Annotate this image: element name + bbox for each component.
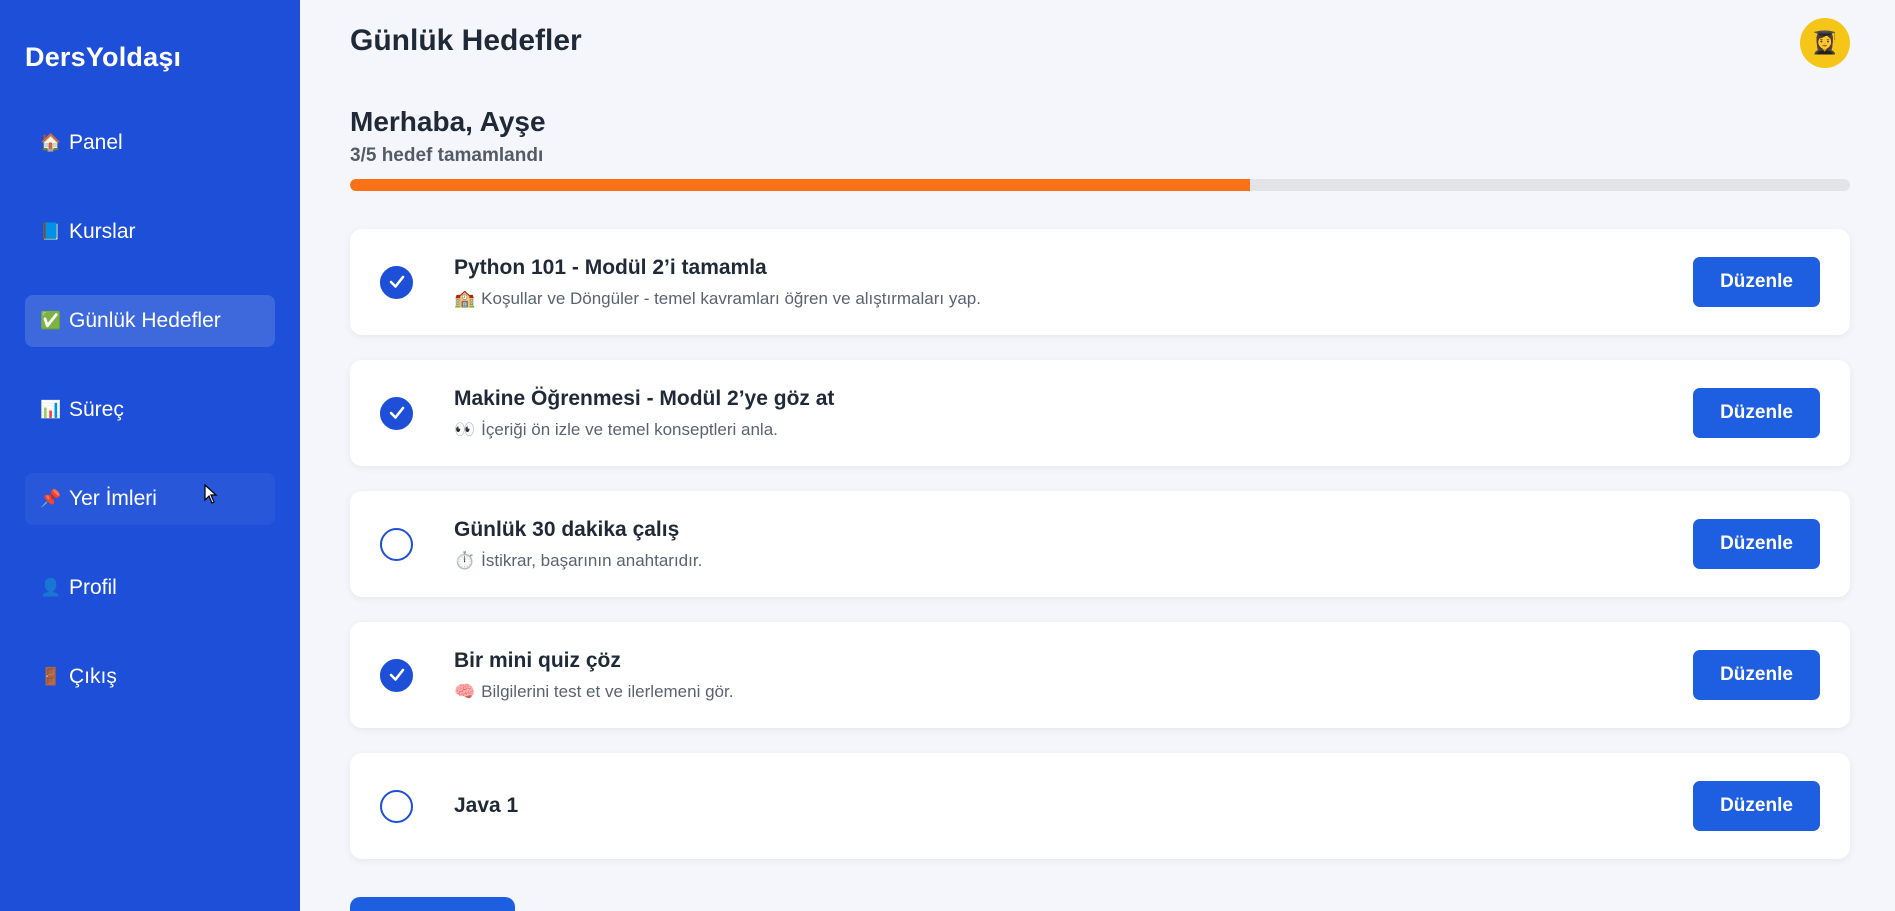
- sidebar-item-label: Kurslar: [69, 220, 136, 243]
- goal-checkbox[interactable]: [380, 265, 413, 299]
- goal-description: ⏱️ İstikrar, başarının anahtarıdır.: [454, 551, 1820, 571]
- goal-card: Java 1 Düzenle: [350, 753, 1850, 859]
- goal-title: Python 101 - Modül 2’i tamamla: [454, 255, 767, 279]
- edit-button[interactable]: Düzenle: [1693, 519, 1820, 569]
- sidebar-item-label: Profil: [69, 576, 117, 599]
- edit-button[interactable]: Düzenle: [1693, 781, 1820, 831]
- goal-checkbox[interactable]: [380, 527, 413, 561]
- book-icon: 📘: [40, 222, 62, 241]
- greeting: Merhaba, Ayşe: [350, 106, 546, 137]
- progress-fill: [350, 179, 1250, 191]
- goal-description-text: Koşullar ve Döngüler - temel kavramları …: [481, 288, 981, 308]
- goal-text: Python 101 - Modül 2’i tamamla 🏫 Koşullar…: [454, 256, 1820, 309]
- door-icon: 🚪: [40, 667, 62, 686]
- goal-text: Makine Öğrenmesi - Modül 2’ye göz at 👀 İç…: [454, 387, 1820, 440]
- brain-icon: 🧠: [454, 681, 476, 701]
- goal-text: Java 1: [454, 794, 1820, 818]
- check-icon: [389, 406, 404, 419]
- goal-description: 🏫 Koşullar ve Döngüler - temel kavramları…: [454, 289, 1820, 309]
- goal-checkbox[interactable]: [380, 396, 413, 430]
- avatar-icon: 👩‍🎓: [1811, 30, 1839, 55]
- sidebar-item-progress[interactable]: 📊 Süreç: [25, 384, 275, 436]
- bookmark-icon: 📌: [40, 489, 62, 508]
- check-icon: [389, 668, 404, 681]
- goal-title: Bir mini quiz çöz: [454, 648, 621, 672]
- edit-button[interactable]: Düzenle: [1693, 388, 1820, 438]
- goal-card: Python 101 - Modül 2’i tamamla 🏫 Koşullar…: [350, 229, 1850, 335]
- avatar[interactable]: 👩‍🎓: [1800, 18, 1850, 68]
- stopwatch-icon: ⏱️: [454, 550, 476, 570]
- goal-description: 🧠 Bilgilerini test et ve ilerlemeni gör.: [454, 682, 1820, 702]
- sidebar-nav: 🏠 Panel 📘 Kurslar ✅ Günlük Hedefler 📊 Sü…: [0, 117, 300, 703]
- goal-card: Günlük 30 dakika çalış ⏱️ İstikrar, başar…: [350, 491, 1850, 597]
- chart-icon: 📊: [40, 400, 62, 419]
- sidebar-item-label: Çıkış: [69, 665, 117, 688]
- goal-title: Günlük 30 dakika çalış: [454, 517, 680, 541]
- check-icon: [389, 275, 404, 288]
- sidebar-item-courses[interactable]: 📘 Kurslar: [25, 206, 275, 258]
- eyes-icon: 👀: [454, 419, 476, 439]
- goal-description-text: İçeriği ön izle ve temel konseptleri anl…: [481, 419, 778, 439]
- goal-description-text: Bilgilerini test et ve ilerlemeni gör.: [481, 681, 734, 701]
- edit-button[interactable]: Düzenle: [1693, 257, 1820, 307]
- checkmark-icon: ✅: [40, 311, 62, 330]
- page-title: Günlük Hedefler: [350, 24, 582, 57]
- goal-title: Makine Öğrenmesi - Modül 2’ye göz at: [454, 386, 835, 410]
- edit-button[interactable]: Düzenle: [1693, 650, 1820, 700]
- progress-bar: [350, 179, 1850, 191]
- goal-card: Makine Öğrenmesi - Modül 2’ye göz at 👀 İç…: [350, 360, 1850, 466]
- main-content: Günlük Hedefler 👩‍🎓 Merhaba, Ayşe 3/5 he…: [300, 0, 1895, 911]
- goal-text: Bir mini quiz çöz 🧠 Bilgilerini test et v…: [454, 649, 1820, 702]
- goal-checkbox[interactable]: [380, 658, 413, 692]
- sidebar-item-bookmarks[interactable]: 📌 Yer İmleri: [25, 473, 275, 525]
- goal-checkbox[interactable]: [380, 789, 413, 823]
- sidebar: DersYoldaşı 🏠 Panel 📘 Kurslar ✅ Günlük H…: [0, 0, 300, 911]
- goal-description-text: İstikrar, başarının anahtarıdır.: [481, 550, 703, 570]
- sidebar-item-label: Panel: [69, 131, 123, 154]
- sidebar-item-label: Yer İmleri: [69, 487, 157, 510]
- sidebar-item-daily-goals[interactable]: ✅ Günlük Hedefler: [25, 295, 275, 347]
- add-goal-button[interactable]: [350, 897, 515, 911]
- sidebar-item-label: Süreç: [69, 398, 124, 421]
- sidebar-item-panel[interactable]: 🏠 Panel: [25, 117, 275, 169]
- home-icon: 🏠: [40, 133, 62, 152]
- sidebar-item-label: Günlük Hedefler: [69, 309, 221, 332]
- goal-list: Python 101 - Modül 2’i tamamla 🏫 Koşullar…: [350, 229, 1850, 884]
- user-icon: 👤: [40, 578, 62, 597]
- brand-logo[interactable]: DersYoldaşı: [0, 42, 300, 73]
- goal-card: Bir mini quiz çöz 🧠 Bilgilerini test et v…: [350, 622, 1850, 728]
- goal-text: Günlük 30 dakika çalış ⏱️ İstikrar, başar…: [454, 518, 1820, 571]
- goal-title: Java 1: [454, 794, 519, 817]
- goal-description: 👀 İçeriği ön izle ve temel konseptleri an…: [454, 420, 1820, 440]
- goal-summary: 3/5 hedef tamamlandı: [350, 145, 544, 166]
- sidebar-item-logout[interactable]: 🚪 Çıkış: [25, 651, 275, 703]
- mouse-cursor-icon: [204, 484, 218, 504]
- sidebar-item-profile[interactable]: 👤 Profil: [25, 562, 275, 614]
- school-icon: 🏫: [454, 288, 476, 308]
